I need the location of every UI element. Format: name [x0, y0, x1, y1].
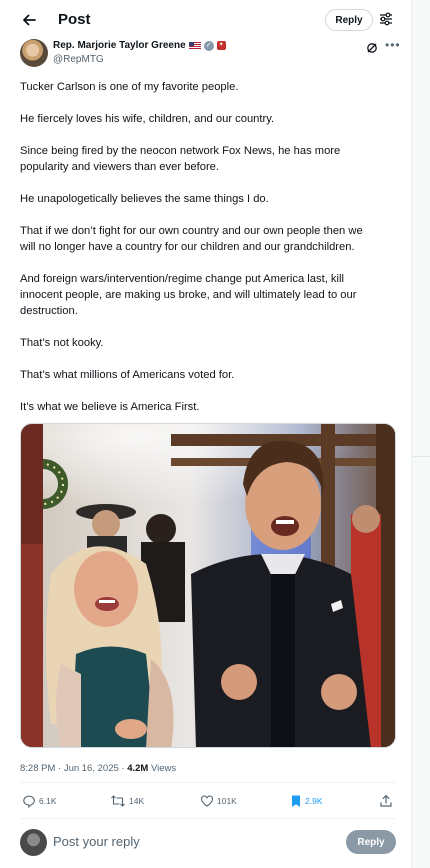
- tweet-line: Since being fired by the neocon network …: [20, 145, 341, 157]
- top-bar: Post Reply: [0, 0, 412, 40]
- grok-icon[interactable]: [366, 41, 378, 53]
- views-label: Views: [148, 763, 177, 774]
- like-icon: [200, 795, 214, 807]
- reply-submit-button[interactable]: Reply: [346, 830, 396, 854]
- post-timestamp[interactable]: 8:28 PM · Jun 16, 2025 ·: [20, 763, 127, 774]
- like-count: 101K: [217, 796, 237, 806]
- tweet-line: He unapologetically believes the same th…: [20, 193, 269, 205]
- filter-icon[interactable]: [378, 11, 394, 27]
- page-title: Post: [58, 11, 91, 28]
- tweet-line: He fiercely loves his wife, children, an…: [20, 113, 275, 125]
- tweet-line: popularity and viewers than ever before.: [20, 161, 220, 173]
- tweet-line: will no longer have a country for our ch…: [20, 241, 355, 253]
- tweet-line: It’s what we believe is America First.: [20, 401, 200, 413]
- reply-action[interactable]: 6.1K: [22, 794, 57, 808]
- views-count: 4.2M: [127, 763, 149, 774]
- us-flag-icon: [188, 41, 201, 50]
- share-action[interactable]: [379, 794, 393, 808]
- bookmark-icon: [292, 795, 300, 807]
- divider: [413, 456, 430, 457]
- reply-count: 6.1K: [39, 796, 57, 806]
- divider: [20, 782, 396, 783]
- repost-action[interactable]: 14K: [110, 794, 144, 808]
- reply-input[interactable]: Post your reply: [53, 834, 140, 849]
- tweet-line: That’s not kooky.: [20, 337, 104, 349]
- tweet-line: That’s what millions of Americans voted …: [20, 369, 235, 381]
- verified-icon[interactable]: ✓: [203, 40, 214, 51]
- repost-count: 14K: [129, 796, 145, 806]
- right-sidebar-edge: [412, 0, 430, 868]
- author-name[interactable]: Rep. Marjorie Taylor Greene: [53, 40, 186, 51]
- tweet-line: Tucker Carlson is one of my favorite peo…: [20, 81, 239, 93]
- tweet-line: innocent people, are making us broke, an…: [20, 289, 357, 301]
- bookmark-action[interactable]: 2.9K: [290, 794, 323, 808]
- tweet-line: And foreign wars/intervention/regime cha…: [20, 273, 344, 285]
- my-avatar[interactable]: [20, 829, 47, 856]
- author-name-row[interactable]: Rep. Marjorie Taylor Greene ✓ ✦: [53, 40, 226, 51]
- reply-icon: [23, 795, 35, 808]
- repost-icon: [111, 795, 125, 807]
- author-handle[interactable]: @RepMTG: [53, 54, 104, 65]
- bookmark-count: 2.9K: [305, 796, 323, 806]
- government-badge-icon[interactable]: ✦: [216, 41, 226, 50]
- tweet-photo[interactable]: [20, 423, 396, 748]
- tweet-line: That if we don’t fight for our own count…: [20, 225, 363, 237]
- author-avatar[interactable]: [20, 39, 48, 67]
- action-bar: 6.1K 14K 101K 2.9K: [0, 790, 412, 814]
- more-icon[interactable]: •••: [385, 38, 401, 52]
- divider: [20, 818, 396, 819]
- back-arrow-icon[interactable]: [18, 9, 40, 31]
- tweet-line: destruction.: [20, 305, 78, 317]
- share-icon: [380, 794, 392, 807]
- like-action[interactable]: 101K: [200, 794, 237, 808]
- reply-button-top[interactable]: Reply: [325, 9, 373, 31]
- post-detail-column: Post Reply Rep. Marjorie Taylor Greene ✓…: [0, 0, 412, 868]
- post-meta: 8:28 PM · Jun 16, 2025 · 4.2M Views: [20, 763, 176, 774]
